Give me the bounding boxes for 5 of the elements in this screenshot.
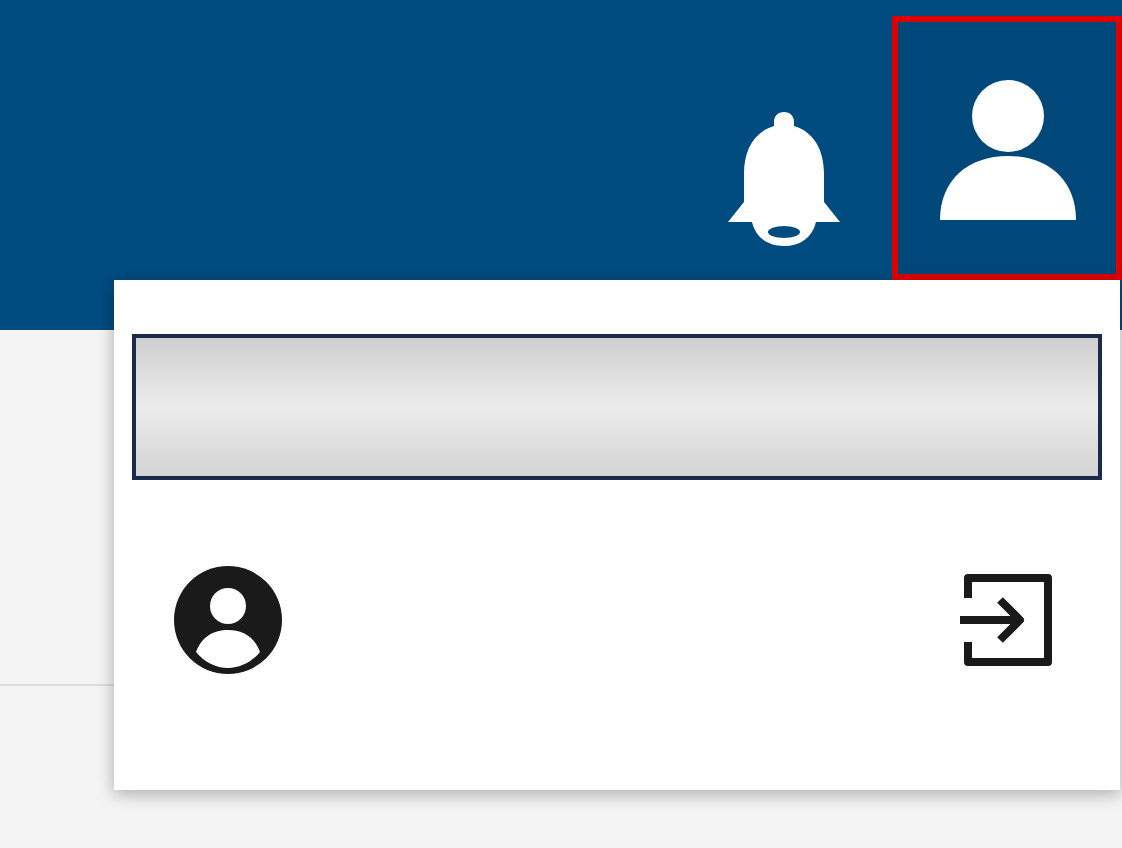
bell-icon xyxy=(724,108,844,252)
account-circle-icon xyxy=(172,564,284,676)
profile-button[interactable] xyxy=(168,560,288,680)
user-icon xyxy=(935,76,1079,220)
user-button[interactable] xyxy=(892,16,1122,280)
